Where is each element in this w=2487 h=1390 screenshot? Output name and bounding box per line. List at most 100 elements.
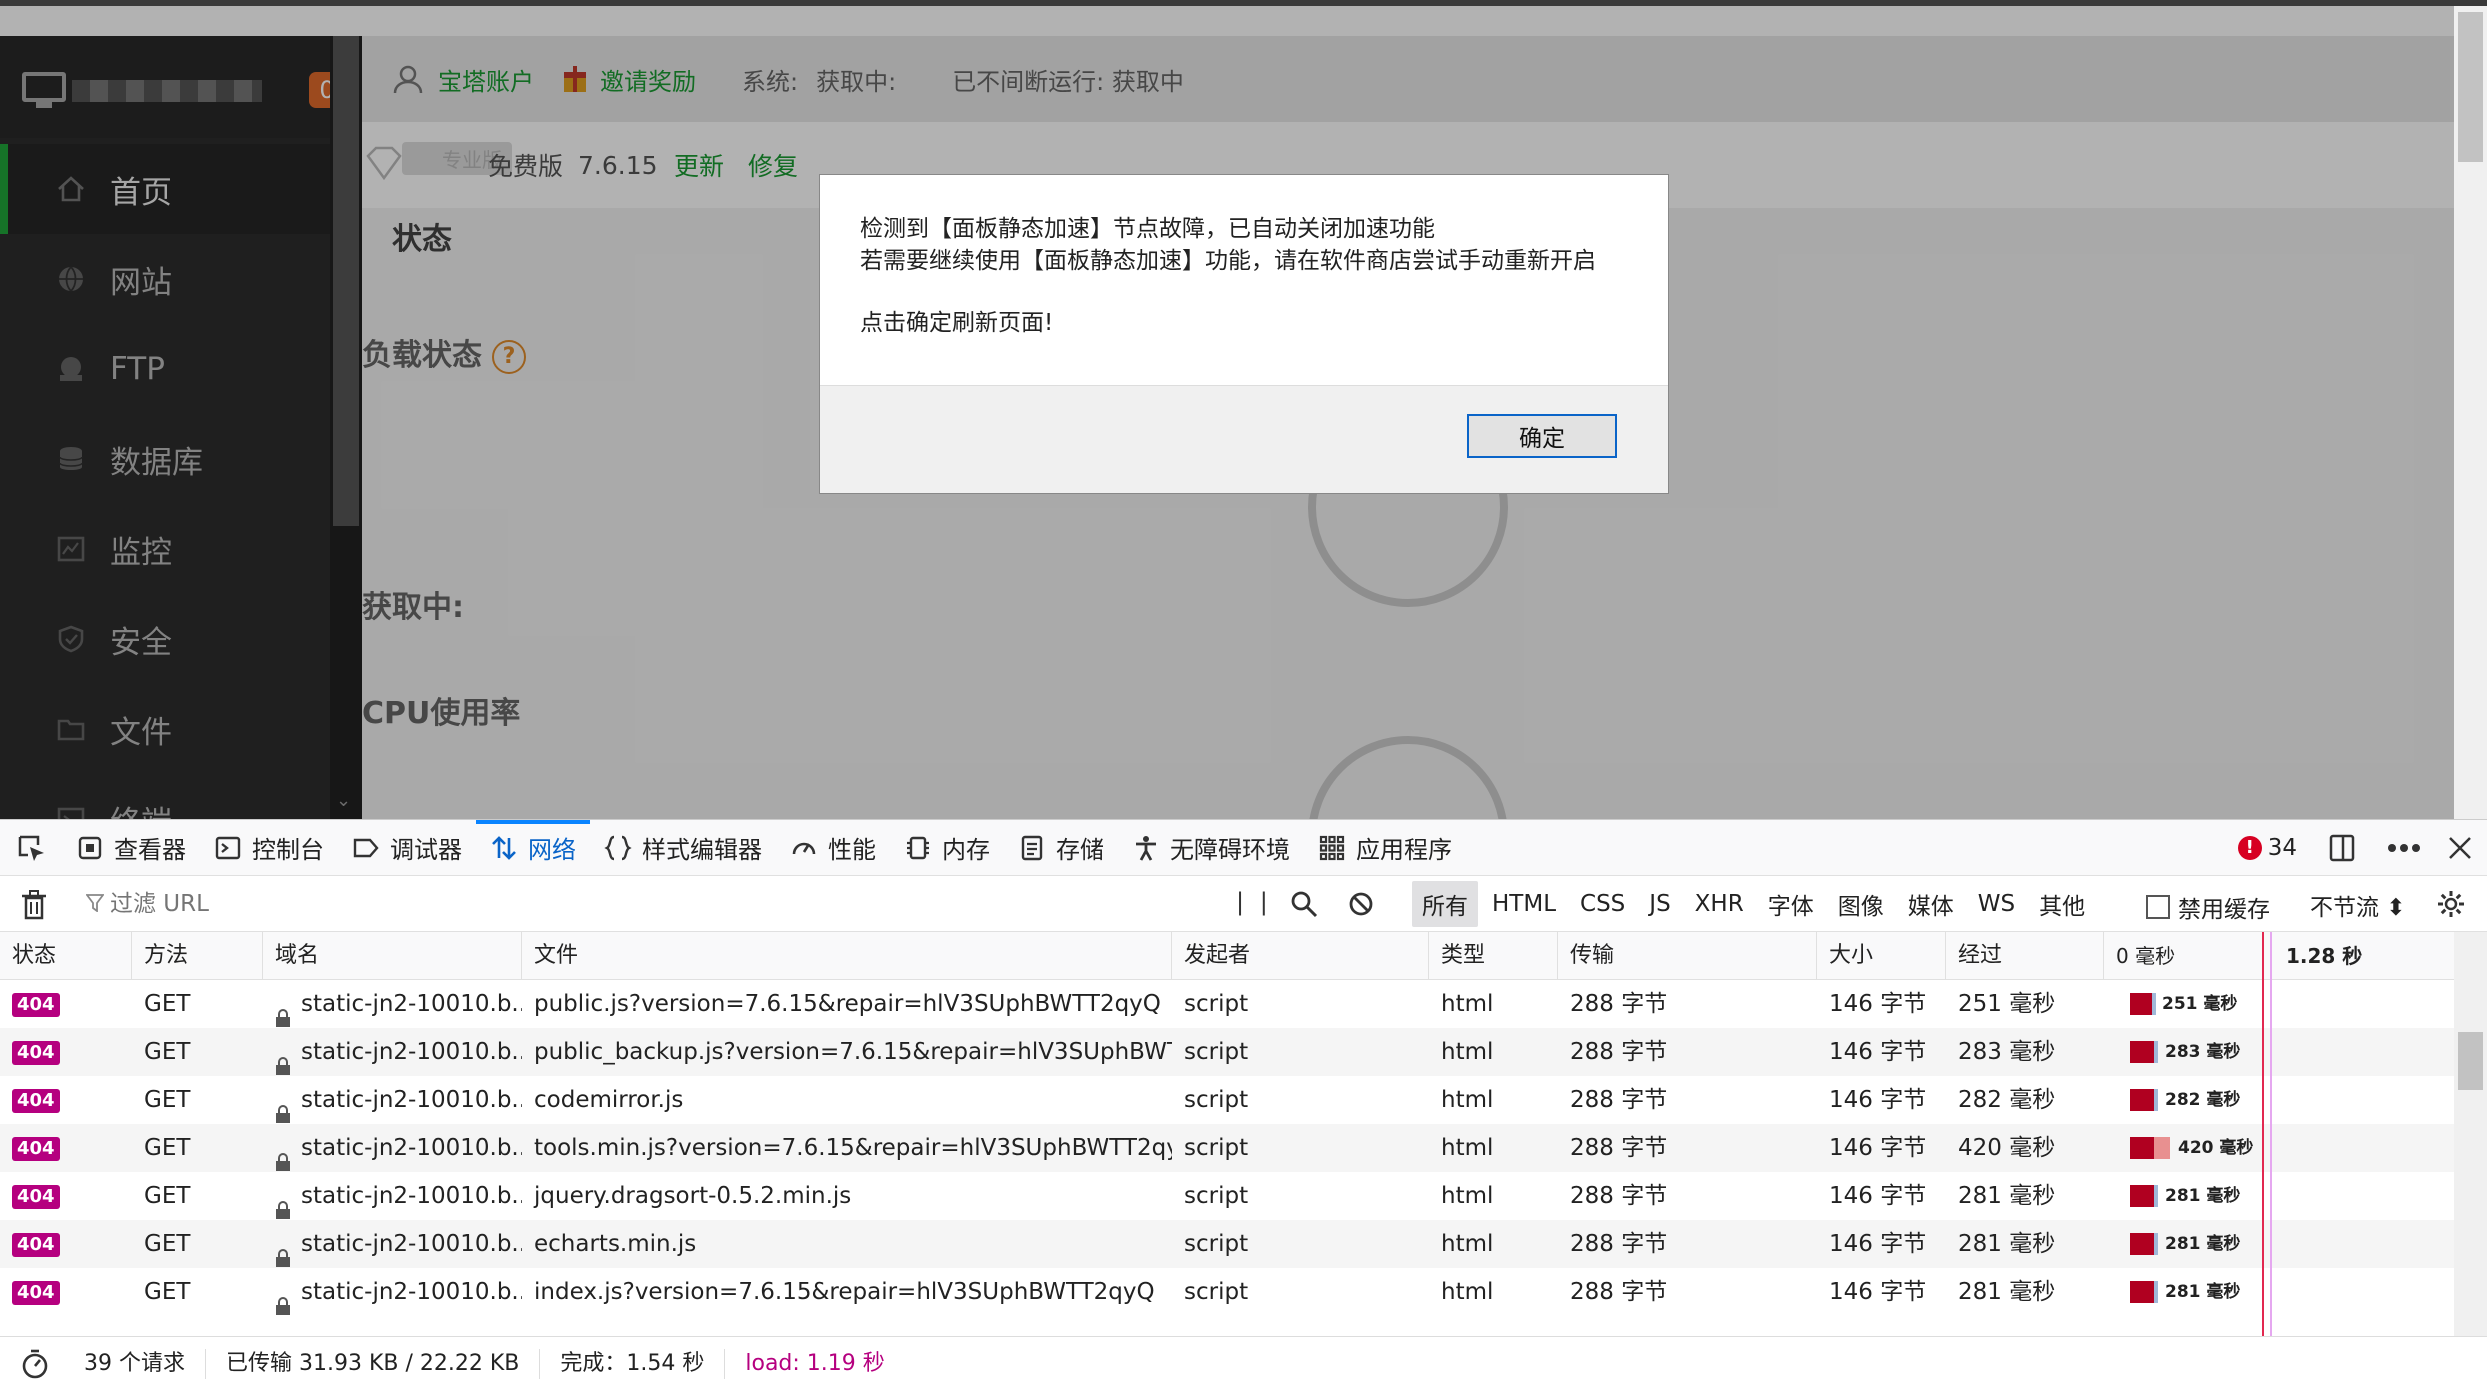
filter-type-3[interactable]: JS bbox=[1639, 885, 1680, 923]
request-table-header: 状态 方法 域名 文件 发起者 类型 传输 大小 经过 0 毫秒 1.28 秒 bbox=[0, 932, 2487, 980]
column-header-type[interactable]: 类型 bbox=[1429, 932, 1558, 980]
tab-network[interactable]: 网络 bbox=[476, 819, 590, 876]
domain-text: static-jn2-10010.b... bbox=[301, 1183, 522, 1209]
timeline-marker-dom bbox=[2270, 932, 2272, 1336]
size-cell: 146 字节 bbox=[1829, 1039, 1927, 1065]
column-header-method[interactable]: 方法 bbox=[132, 932, 263, 980]
column-header-domain[interactable]: 域名 bbox=[263, 932, 522, 980]
dock-toggle-icon[interactable] bbox=[2327, 833, 2357, 863]
filter-type-8[interactable]: WS bbox=[1968, 885, 2025, 923]
duration-cell: 420 毫秒 bbox=[1958, 1135, 2056, 1161]
method-cell: GET bbox=[144, 1231, 191, 1257]
file-cell: index.js?version=7.6.15&repair=hlV3SUphB… bbox=[534, 1279, 1155, 1305]
close-icon[interactable] bbox=[2447, 835, 2473, 861]
column-header-size[interactable]: 大小 bbox=[1817, 932, 1946, 980]
type-filters: 所有 HTML CSS JS XHR 字体 图像 媒体 WS 其他 bbox=[1412, 881, 2099, 927]
file-cell: public.js?version=7.6.15&repair=hlV3SUph… bbox=[534, 991, 1161, 1017]
table-scrollbar-thumb[interactable] bbox=[2458, 1032, 2483, 1090]
load-time: load: 1.19 秒 bbox=[745, 1350, 885, 1376]
disable-cache-option[interactable]: 禁用缓存 bbox=[2146, 890, 2270, 924]
size-cell: 146 字节 bbox=[1829, 1279, 1927, 1305]
devtools-tabs: 查看器 控制台 调试器 网络 样式编辑器 性能 内存 存储 无障碍环境 应用程序 bbox=[62, 819, 1466, 876]
table-scrollbar[interactable] bbox=[2454, 932, 2487, 1336]
table-row[interactable]: 404 GET static-jn2-10010.b... echarts.min.j… bbox=[0, 1220, 2454, 1268]
stopwatch-icon[interactable] bbox=[20, 1348, 50, 1380]
domain-text: static-jn2-10010.b... bbox=[301, 1135, 522, 1161]
tab-console[interactable]: 控制台 bbox=[200, 820, 338, 876]
tab-debugger[interactable]: 调试器 bbox=[338, 820, 476, 876]
tab-memory[interactable]: 内存 bbox=[890, 820, 1004, 876]
ok-button[interactable]: 确定 bbox=[1467, 414, 1617, 458]
status-cell: 404 bbox=[0, 980, 132, 1028]
tab-application[interactable]: 应用程序 bbox=[1304, 820, 1466, 876]
page-scrollbar-thumb[interactable] bbox=[2458, 12, 2483, 162]
console-icon bbox=[214, 834, 242, 862]
throttle-select[interactable]: 不节流 ⬍ bbox=[2310, 888, 2406, 922]
table-row[interactable]: 404 GET static-jn2-10010.b... tools.min.js?… bbox=[0, 1124, 2454, 1172]
domain-cell: static-jn2-10010.b... bbox=[263, 1220, 522, 1268]
column-header-duration[interactable]: 经过 bbox=[1946, 932, 2104, 980]
network-icon bbox=[490, 834, 518, 862]
method-cell: GET bbox=[144, 1183, 191, 1209]
filter-type-1[interactable]: HTML bbox=[1482, 885, 1566, 923]
column-header-initiator[interactable]: 发起者 bbox=[1172, 932, 1429, 980]
domain-text: static-jn2-10010.b... bbox=[301, 1039, 522, 1065]
disable-cache-checkbox[interactable] bbox=[2146, 895, 2170, 919]
file-cell: public_backup.js?version=7.6.15&repair=h… bbox=[534, 1039, 1172, 1065]
waterfall-bar-receive bbox=[2154, 1041, 2158, 1063]
table-row[interactable]: 404 GET static-jn2-10010.b... public_backup… bbox=[0, 1028, 2454, 1076]
dialog-line-2: 若需要继续使用【面板静态加速】功能，请在软件商店尝试手动重新开启 bbox=[860, 248, 1596, 274]
error-count-badge[interactable]: ! 34 bbox=[2237, 835, 2297, 861]
filter-type-7[interactable]: 媒体 bbox=[1898, 881, 1964, 927]
size-cell: 146 字节 bbox=[1829, 1087, 1927, 1113]
table-row[interactable]: 404 GET static-jn2-10010.b... codemirror.js… bbox=[0, 1076, 2454, 1124]
tab-style-editor[interactable]: 样式编辑器 bbox=[590, 820, 776, 876]
duration-cell: 283 毫秒 bbox=[1958, 1039, 2056, 1065]
table-row[interactable]: 404 GET static-jn2-10010.b... jquery.dragso… bbox=[0, 1172, 2454, 1220]
filter-type-2[interactable]: CSS bbox=[1570, 885, 1635, 923]
initiator-cell: script bbox=[1184, 1279, 1249, 1305]
search-icon[interactable] bbox=[1290, 890, 1318, 918]
waterfall-bar-wait bbox=[2130, 1233, 2154, 1255]
tab-accessibility[interactable]: 无障碍环境 bbox=[1118, 820, 1304, 876]
tab-performance[interactable]: 性能 bbox=[776, 820, 890, 876]
tab-inspector[interactable]: 查看器 bbox=[62, 820, 200, 876]
trash-icon[interactable] bbox=[20, 890, 48, 920]
dialog-message: 检测到【面板静态加速】节点故障，已自动关闭加速功能 若需要继续使用【面板静态加速… bbox=[860, 213, 1596, 339]
block-icon[interactable] bbox=[1348, 891, 1374, 917]
type-cell: html bbox=[1441, 1039, 1494, 1065]
more-options-icon[interactable] bbox=[2387, 843, 2421, 853]
tab-storage[interactable]: 存储 bbox=[1004, 820, 1118, 876]
waterfall-bar-wait bbox=[2130, 1041, 2154, 1063]
gear-icon[interactable] bbox=[2436, 889, 2466, 919]
filter-type-6[interactable]: 图像 bbox=[1828, 881, 1894, 927]
tab-label: 无障碍环境 bbox=[1170, 836, 1290, 864]
status-cell: 404 bbox=[0, 1076, 132, 1124]
table-row[interactable]: 404 GET static-jn2-10010.b... public.js?ver… bbox=[0, 980, 2454, 1028]
type-cell: html bbox=[1441, 1135, 1494, 1161]
column-header-status[interactable]: 状态 bbox=[0, 932, 132, 980]
column-header-transferred[interactable]: 传输 bbox=[1558, 932, 1817, 980]
pause-icon[interactable]: | | bbox=[1236, 888, 1272, 916]
waterfall-bar-wait bbox=[2130, 1137, 2154, 1159]
waterfall-bar-wait bbox=[2130, 993, 2152, 1015]
dialog-line-1: 检测到【面板静态加速】节点故障，已自动关闭加速功能 bbox=[860, 216, 1435, 242]
page-scrollbar[interactable] bbox=[2454, 6, 2487, 819]
memory-icon bbox=[904, 834, 932, 862]
filter-type-4[interactable]: XHR bbox=[1685, 885, 1754, 923]
column-header-file[interactable]: 文件 bbox=[522, 932, 1172, 980]
method-cell: GET bbox=[144, 1039, 191, 1065]
element-picker-button[interactable] bbox=[0, 820, 62, 876]
duration-cell: 282 毫秒 bbox=[1958, 1087, 2056, 1113]
waterfall-bar-wait bbox=[2130, 1281, 2154, 1303]
table-row[interactable]: 404 GET static-jn2-10010.b... index.js?vers… bbox=[0, 1268, 2454, 1316]
waterfall-label: 281 毫秒 bbox=[2165, 1234, 2241, 1254]
filter-type-9[interactable]: 其他 bbox=[2029, 881, 2095, 927]
filter-type-5[interactable]: 字体 bbox=[1758, 881, 1824, 927]
type-cell: html bbox=[1441, 991, 1494, 1017]
lock-icon bbox=[275, 1188, 291, 1219]
waterfall-bar-receive bbox=[2152, 993, 2156, 1015]
filter-url-input[interactable] bbox=[82, 884, 1212, 924]
filter-type-0[interactable]: 所有 bbox=[1412, 881, 1478, 927]
status-cell: 404 bbox=[0, 1172, 132, 1220]
